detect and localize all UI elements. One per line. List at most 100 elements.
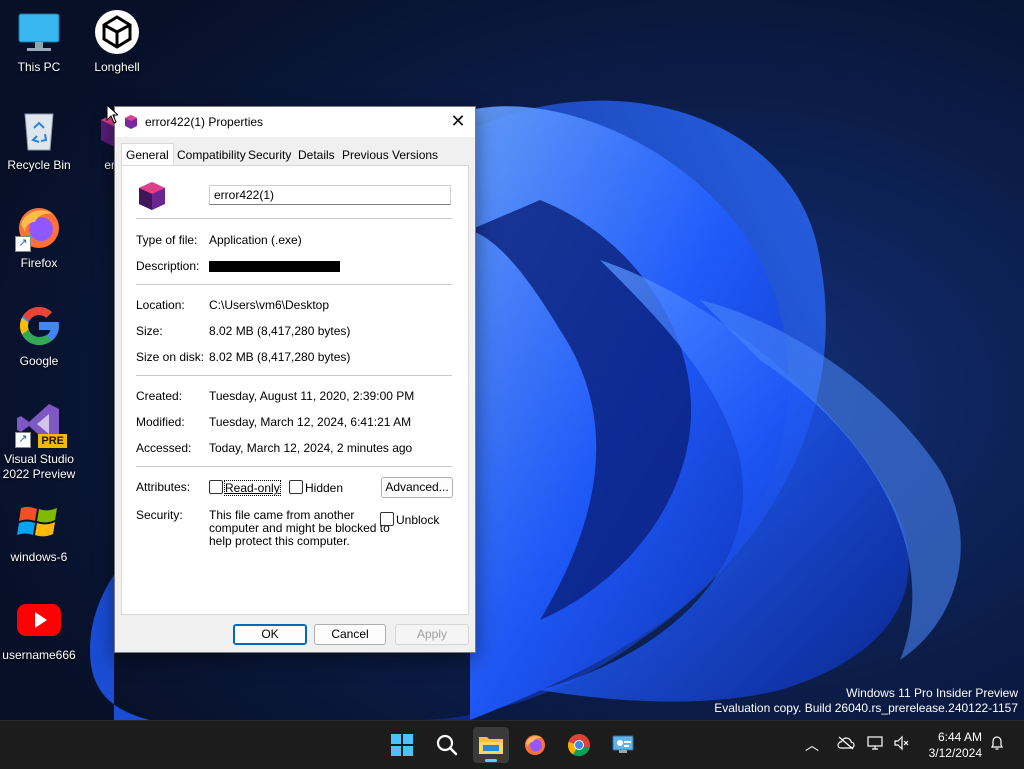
taskbar: ︿ 6:44 AM 3/12/2024 [0, 720, 1024, 769]
description-redacted [209, 261, 340, 272]
modified-label: Modified: [136, 415, 185, 429]
description-label: Description: [136, 259, 200, 273]
security-text-line3: help protect this computer. [209, 534, 350, 548]
desktop-icon-label-line2: 2022 Preview [2, 467, 76, 481]
volume-tray[interactable] [892, 735, 912, 755]
firefox-icon [525, 735, 545, 755]
start-icon [391, 734, 413, 756]
security-label: Security: [136, 508, 183, 522]
firefox-icon: ↗ [15, 204, 63, 252]
desktop-icon-label: username666 [2, 648, 76, 662]
divider [136, 375, 452, 376]
type-label: Type of file: [136, 233, 198, 247]
accessed-label: Accessed: [136, 441, 192, 455]
shortcut-arrow-icon: ↗ [15, 236, 31, 252]
security-text-line2: computer and might be blocked to [209, 521, 390, 535]
close-button[interactable]: ✕ [441, 107, 475, 137]
created-label: Created: [136, 389, 183, 403]
show-hidden-icons-button[interactable]: ︿ [802, 735, 822, 755]
accessed-value: Today, March 12, 2024, 2 minutes ago [209, 441, 413, 455]
desktop-icon-windows-6[interactable]: windows-6 [1, 498, 77, 565]
tab-security[interactable]: Security [244, 145, 295, 165]
windows-logo-icon [15, 498, 63, 546]
preview-badge: PRE [38, 434, 67, 448]
volume-muted-icon [894, 735, 909, 751]
general-tab-panel: Type of file: Application (.exe) Descrip… [121, 165, 469, 615]
dialog-titlebar[interactable]: error422(1) Properties ✕ [115, 107, 475, 137]
type-value: Application (.exe) [209, 233, 302, 247]
windows-watermark: Windows 11 Pro Insider Preview Evaluatio… [714, 686, 1018, 716]
desktop-icon-longhell[interactable]: Longhell [79, 8, 155, 75]
desktop-icon-username666[interactable]: username666 [1, 596, 77, 663]
taskbar-file-explorer[interactable] [473, 727, 509, 763]
hidden-label[interactable]: Hidden [305, 481, 343, 495]
bell-icon [991, 736, 1003, 750]
size-on-disk-value: 8.02 MB (8,417,280 bytes) [209, 350, 351, 364]
monitor-icon [15, 8, 63, 56]
attributes-label: Attributes: [136, 480, 191, 494]
close-icon: ✕ [450, 111, 466, 131]
ok-button[interactable]: OK [233, 624, 307, 645]
taskbar-chrome[interactable] [561, 727, 597, 763]
desktop-icon-label: Google [19, 354, 59, 368]
file-name-input[interactable] [209, 185, 451, 205]
tab-details[interactable]: Details [294, 145, 339, 165]
search-icon [436, 734, 458, 756]
desktop-icon-google[interactable]: Google [1, 302, 77, 369]
hidden-checkbox[interactable] [289, 480, 303, 494]
chevron-up-icon: ︿ [805, 737, 819, 753]
location-label: Location: [136, 298, 185, 312]
desktop-icon-recycle-bin[interactable]: Recycle Bin [1, 106, 77, 173]
desktop-icon-label: windows-6 [10, 550, 68, 564]
app-cube-icon [125, 115, 137, 129]
desktop-icon-label: Firefox [20, 256, 58, 270]
advanced-button[interactable]: Advanced... [381, 477, 453, 498]
tab-compatibility[interactable]: Compatibility [173, 145, 250, 165]
location-value: C:\Users\vm6\Desktop [209, 298, 330, 312]
onedrive-tray[interactable] [836, 735, 856, 755]
network-tray[interactable] [866, 735, 886, 755]
desktop-icon-firefox[interactable]: ↗ Firefox [1, 204, 77, 271]
watermark-line1: Windows 11 Pro Insider Preview [846, 686, 1018, 700]
cancel-button[interactable]: Cancel [314, 624, 386, 645]
google-icon [15, 302, 63, 350]
search-button[interactable] [429, 727, 465, 763]
clock-date: 3/12/2024 [928, 746, 982, 760]
created-value: Tuesday, August 11, 2020, 2:39:00 PM [209, 389, 415, 403]
divider [136, 218, 452, 219]
properties-dialog: error422(1) Properties ✕ General Compati… [114, 106, 476, 653]
unity-icon [93, 8, 141, 56]
start-button[interactable] [384, 727, 420, 763]
unblock-label[interactable]: Unblock [396, 513, 439, 527]
file-explorer-icon [479, 737, 503, 754]
clock-time: 6:44 AM [937, 730, 982, 744]
unblock-checkbox[interactable] [380, 512, 394, 526]
file-cube-icon [139, 182, 165, 210]
divider [136, 466, 452, 467]
recycle-bin-icon [15, 106, 63, 154]
readonly-checkbox[interactable] [209, 480, 223, 494]
tab-previous-versions[interactable]: Previous Versions [338, 145, 442, 165]
apply-button[interactable]: Apply [395, 624, 469, 645]
size-label: Size: [136, 324, 163, 338]
security-text-line1: This file came from another [209, 508, 355, 522]
readonly-label[interactable]: Read-only [224, 480, 281, 496]
desktop-icon-label: Longhell [94, 60, 140, 74]
desktop-icon-label-line1: Visual Studio [4, 452, 74, 466]
watermark-line2: Evaluation copy. Build 26040.rs_prerelea… [714, 701, 1018, 715]
notifications-button[interactable] [987, 735, 1007, 755]
taskbar-firefox[interactable] [517, 727, 553, 763]
desktop-icon-visual-studio[interactable]: PRE ↗ Visual Studio 2022 Preview [1, 400, 77, 482]
mouse-cursor-icon [106, 104, 118, 124]
chrome-icon [567, 734, 590, 757]
modified-value: Tuesday, March 12, 2024, 6:41:21 AM [209, 415, 412, 429]
cloud-offline-icon [837, 736, 855, 750]
desktop-icon-label: Recycle Bin [7, 158, 71, 172]
desktop-icon-this-pc[interactable]: This PC [1, 8, 77, 75]
taskbar-clock[interactable]: 6:44 AM 3/12/2024 [929, 729, 982, 761]
control-panel-icon [612, 735, 634, 753]
size-on-disk-label: Size on disk: [136, 350, 205, 364]
visual-studio-icon: PRE ↗ [15, 400, 67, 448]
taskbar-control-panel[interactable] [605, 727, 641, 763]
desktop-icon-label: This PC [17, 60, 61, 74]
